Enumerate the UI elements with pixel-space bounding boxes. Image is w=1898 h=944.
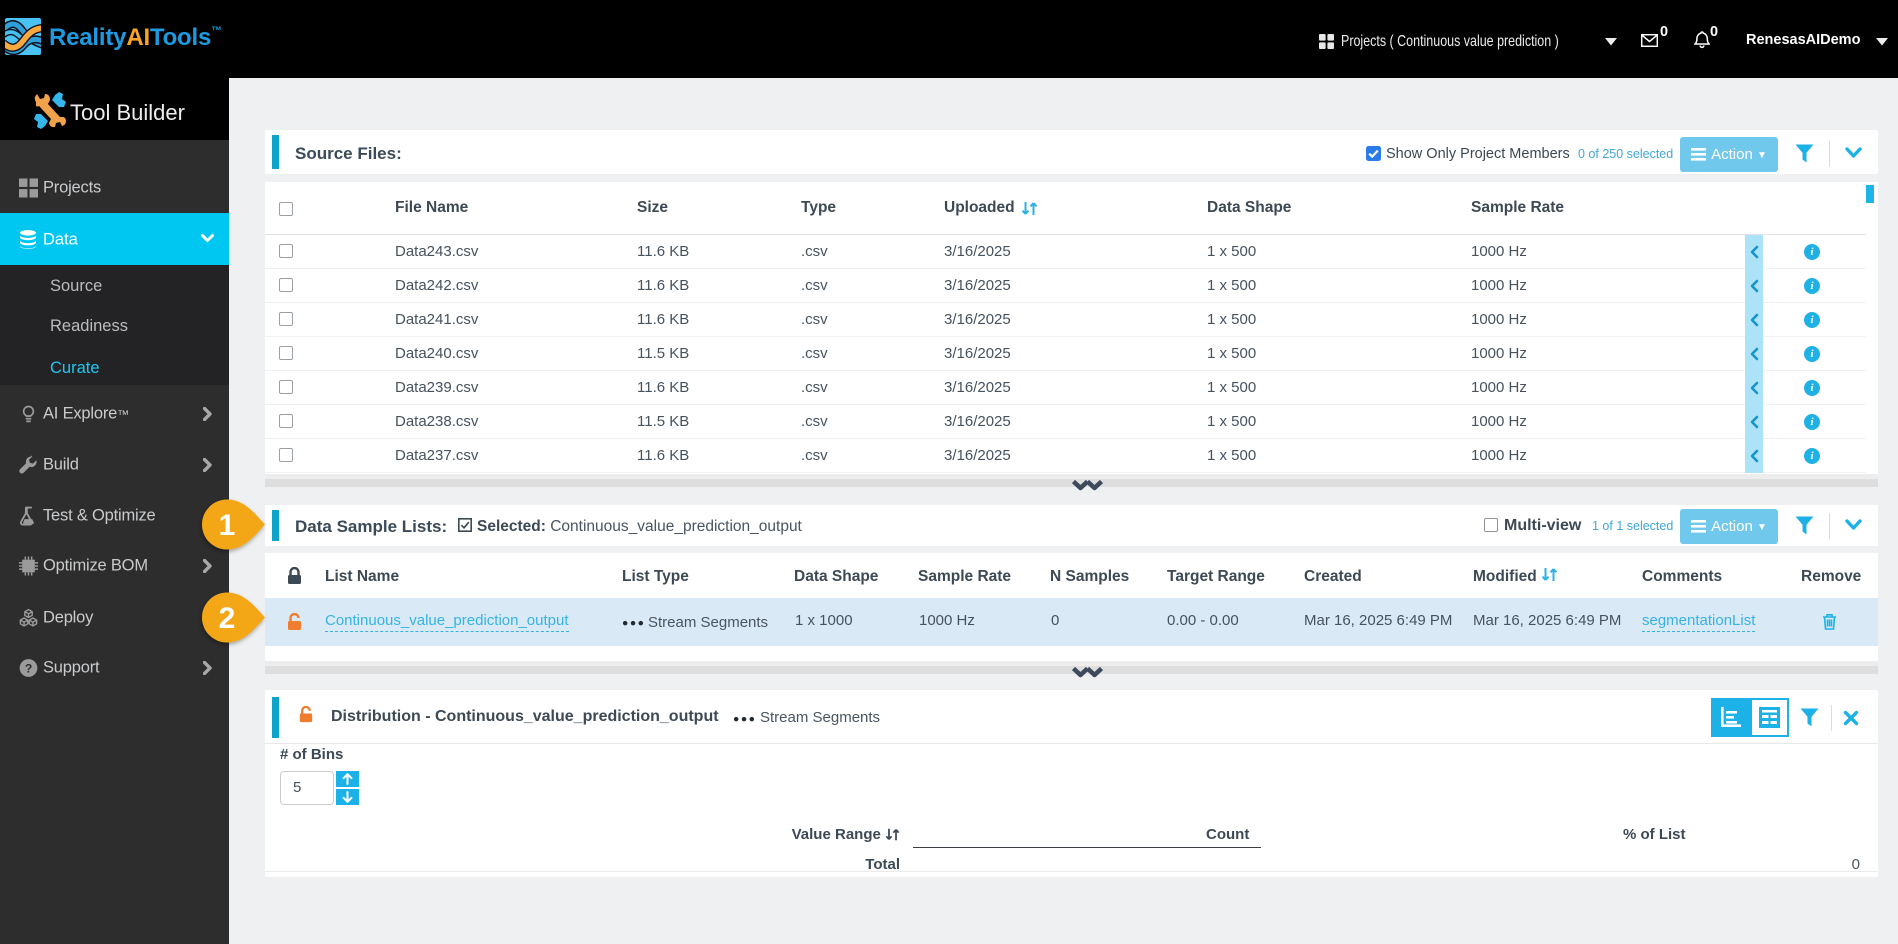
svg-text:2: 2 (219, 602, 236, 635)
svg-text:?: ? (25, 661, 32, 675)
svg-text:1: 1 (219, 509, 236, 542)
